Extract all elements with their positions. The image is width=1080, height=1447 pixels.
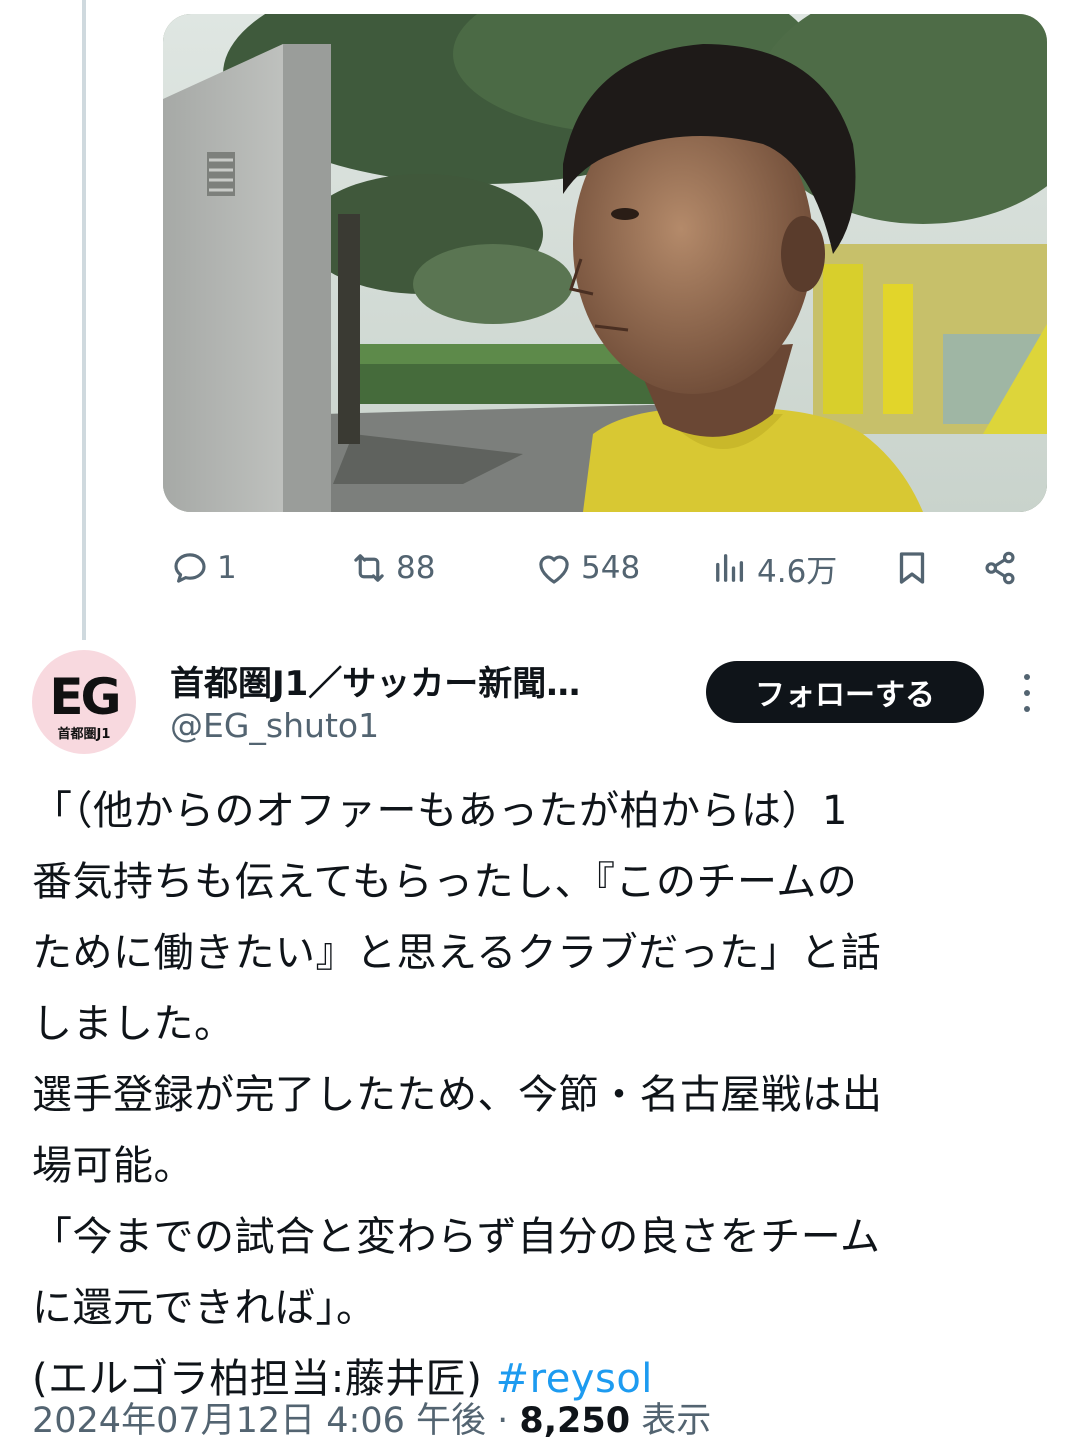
like-count: 548 [581, 550, 641, 586]
thread-line [82, 0, 86, 640]
more-dots-icon[interactable] [1010, 670, 1044, 716]
action-bar: 1 88 548 4.6万 [163, 538, 1047, 598]
like-button[interactable]: 548 [533, 538, 640, 598]
tweet-timestamp[interactable]: 2024年07月12日 4:06 午後 · [32, 1401, 519, 1441]
reply-button[interactable]: 1 [169, 538, 237, 598]
tweet-photo[interactable] [163, 14, 1047, 512]
tweet-text: 「（他からのオファーもあったが柏からは）1 番気持ちも伝えてもらったし、『このチ… [32, 776, 1052, 1415]
follow-button[interactable]: フォローする [706, 661, 984, 723]
retweet-button[interactable]: 88 [348, 538, 435, 598]
tweet-line: 場可能。 [32, 1143, 194, 1189]
avatar-logo-text: EG [49, 668, 121, 726]
tweet-line: 番気持ちも伝えてもらったし、『このチームの [32, 859, 858, 905]
tweet-line: 「今までの試合と変わらず自分の良さをチーム [32, 1214, 881, 1260]
tweet-meta: 2024年07月12日 4:06 午後 · 8,250 表示 [32, 1392, 711, 1443]
reply-count: 1 [217, 550, 237, 586]
views-label: 表示 [630, 1401, 712, 1441]
avatar[interactable]: EG 首都圏J1 [32, 650, 136, 754]
author-display-name[interactable]: 首都圏J1／サッカー新聞… [170, 656, 580, 705]
photo-illustration [163, 14, 1047, 512]
share-button[interactable] [979, 538, 1021, 598]
share-icon [985, 551, 1015, 585]
avatar-sub-text: 首都圏J1 [57, 727, 111, 742]
analytics-icon [716, 554, 744, 582]
views-count: 4.6万 [757, 553, 838, 590]
reply-icon [174, 553, 206, 583]
tweet-line: しました。 [32, 1001, 235, 1047]
tweet-line: に還元できれば」。 [32, 1285, 377, 1331]
retweet-count: 88 [396, 550, 436, 586]
author-handle[interactable]: @EG_shuto1 [170, 706, 379, 745]
views-button[interactable]: 4.6万 [709, 538, 837, 598]
tweet-line: ために働きたい』と思えるクラブだった」と話 [32, 930, 882, 976]
tweet-view-count: 8,250 [519, 1401, 631, 1441]
tweet-line: 「（他からのオファーもあったが柏からは）1 [32, 788, 848, 834]
retweet-icon [354, 554, 384, 582]
heart-icon [539, 555, 569, 584]
bookmark-icon [899, 552, 925, 584]
tweet-line: 選手登録が完了したため、今節・名古屋戦は出 [32, 1072, 883, 1118]
bookmark-button[interactable] [891, 538, 933, 598]
